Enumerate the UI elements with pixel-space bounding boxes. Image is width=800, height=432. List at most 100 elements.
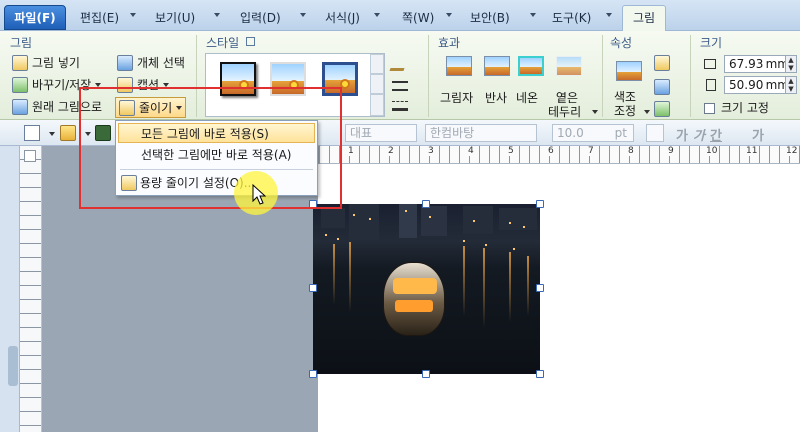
- boat-deck-lights: [393, 278, 437, 294]
- neon-effect-icon[interactable]: [518, 56, 544, 76]
- select-object-button[interactable]: 개체 선택: [117, 53, 185, 73]
- style-thumb-soft[interactable]: [270, 62, 306, 96]
- width-stepper[interactable]: ▲ ▼: [785, 55, 797, 73]
- font-size-value: 10.0: [557, 126, 584, 140]
- chevron-down-icon[interactable]: [85, 132, 91, 136]
- compress-settings-item[interactable]: 용량 줄이기 설정(O)...: [118, 173, 315, 193]
- resize-handle[interactable]: [422, 200, 430, 208]
- soft-edge-effect-icon[interactable]: [556, 56, 582, 76]
- font-combo[interactable]: 한컴바탕: [425, 124, 537, 142]
- line-weight-icon[interactable]: [392, 101, 408, 111]
- image-icon: [12, 55, 28, 71]
- tab-input[interactable]: 입력(D): [240, 6, 281, 30]
- caption-button[interactable]: 캡션: [117, 75, 170, 95]
- resize-handle[interactable]: [536, 284, 544, 292]
- paint-bucket-icon[interactable]: [654, 55, 670, 71]
- paragraph-style-combo[interactable]: 대표: [345, 124, 417, 142]
- soft-edge-label-2[interactable]: 테두리: [548, 102, 581, 122]
- resize-handle[interactable]: [309, 200, 317, 208]
- ruler-label: 10: [705, 146, 719, 156]
- fix-size-checkbox[interactable]: 크기 고정: [704, 98, 769, 118]
- compress-dropdown-menu: 모든 그림에 바로 적용(S) 선택한 그림에만 바로 적용(A) 용량 줄이기…: [115, 120, 318, 196]
- ruler-label: 4: [467, 146, 475, 156]
- resize-handle[interactable]: [536, 200, 544, 208]
- new-document-icon[interactable]: [24, 125, 40, 141]
- font-size-stepper[interactable]: [646, 124, 664, 142]
- group-divider: [602, 35, 603, 117]
- chevron-down-icon[interactable]: [49, 132, 55, 136]
- resize-handle[interactable]: [309, 370, 317, 378]
- resize-handle[interactable]: [536, 370, 544, 378]
- italic-button[interactable]: 가: [693, 125, 705, 144]
- chevron-down-icon[interactable]: [644, 110, 650, 114]
- panel-handle[interactable]: [8, 346, 18, 386]
- side-panel: [0, 146, 20, 432]
- strikethrough-button[interactable]: 가: [752, 125, 764, 144]
- inserted-picture[interactable]: [313, 204, 540, 374]
- ruler-label: 12: [785, 146, 799, 156]
- gallery-scroll-down[interactable]: [370, 74, 384, 94]
- tab-view[interactable]: 보기(U): [155, 6, 195, 30]
- chevron-down-icon[interactable]: [214, 13, 220, 17]
- caption-label: 캡션: [137, 78, 160, 92]
- font-value: 한컴바탕: [430, 126, 475, 140]
- original-picture-button[interactable]: 원래 그림으로: [12, 97, 102, 117]
- line-style-icon[interactable]: [392, 81, 408, 91]
- tab-picture[interactable]: 그림: [622, 5, 666, 32]
- picture-effect-icon[interactable]: [654, 101, 670, 117]
- gallery-expand[interactable]: [370, 94, 384, 116]
- chevron-down-icon[interactable]: [374, 13, 380, 17]
- font-size-combo[interactable]: 10.0 pt: [552, 124, 634, 142]
- gallery-scroll-up[interactable]: [370, 54, 384, 74]
- height-value: 50.90: [729, 78, 764, 92]
- bold-button[interactable]: 가: [676, 125, 688, 144]
- insert-picture-label: 그림 넣기: [32, 56, 80, 70]
- tab-page[interactable]: 쪽(W): [402, 6, 434, 30]
- width-value: 67.93: [729, 57, 764, 71]
- original-picture-label: 원래 그림으로: [32, 100, 103, 114]
- tab-format[interactable]: 서식(J): [325, 6, 360, 30]
- pen-icon[interactable]: [389, 57, 409, 71]
- height-stepper[interactable]: ▲ ▼: [785, 76, 797, 94]
- reflection-effect-icon[interactable]: [484, 56, 510, 76]
- resize-handle[interactable]: [309, 284, 317, 292]
- open-folder-icon[interactable]: [60, 125, 76, 141]
- tab-tools[interactable]: 도구(K): [552, 6, 591, 30]
- dialog-launcher-icon[interactable]: [246, 37, 255, 46]
- chevron-down-icon[interactable]: [130, 13, 136, 17]
- chevron-down-icon[interactable]: [300, 13, 306, 17]
- style-thumb-shadow[interactable]: [220, 62, 256, 96]
- resize-handle[interactable]: [422, 370, 430, 378]
- replace-save-button[interactable]: 바꾸기/저장: [12, 75, 102, 95]
- shadow-effect-icon[interactable]: [446, 56, 472, 76]
- reflection-button-label[interactable]: 반사: [485, 88, 507, 108]
- ruler-corner-icon[interactable]: [24, 150, 36, 162]
- insert-picture-button[interactable]: 그림 넣기: [12, 53, 80, 73]
- chevron-down-icon[interactable]: [446, 13, 452, 17]
- color-adjust-label-2[interactable]: 조정: [614, 101, 636, 121]
- shadow-button-label[interactable]: 그림자: [440, 88, 473, 108]
- paragraph-style-value: 대표: [350, 126, 373, 140]
- chevron-down-icon[interactable]: [530, 13, 536, 17]
- neon-button-label[interactable]: 네온: [516, 88, 538, 108]
- chevron-down-icon: [163, 83, 170, 87]
- tab-security[interactable]: 보안(B): [470, 6, 510, 30]
- file-menu-tab[interactable]: 파일(F): [4, 5, 66, 30]
- tab-edit[interactable]: 편집(E): [80, 6, 119, 30]
- chevron-down-icon[interactable]: [606, 13, 612, 17]
- ruler-label: 5: [507, 146, 515, 156]
- underline-button[interactable]: 간: [710, 125, 722, 144]
- style-thumb-frame[interactable]: [322, 62, 358, 96]
- height-field[interactable]: 50.90 mm: [724, 76, 794, 94]
- save-icon[interactable]: [95, 125, 111, 141]
- color-adjust-icon[interactable]: [616, 61, 642, 81]
- select-object-label: 개체 선택: [137, 56, 185, 70]
- apply-all-pictures-item[interactable]: 모든 그림에 바로 적용(S): [118, 123, 315, 143]
- ruler-label: 8: [627, 146, 635, 156]
- width-field[interactable]: 67.93 mm: [724, 55, 794, 73]
- chevron-down-icon[interactable]: [592, 110, 598, 114]
- compress-picture-button[interactable]: 줄이기: [115, 97, 187, 118]
- apply-selected-picture-item[interactable]: 선택한 그림에만 바로 적용(A): [118, 145, 315, 165]
- ruler-label: 2: [387, 146, 395, 156]
- brightness-icon[interactable]: [654, 79, 670, 95]
